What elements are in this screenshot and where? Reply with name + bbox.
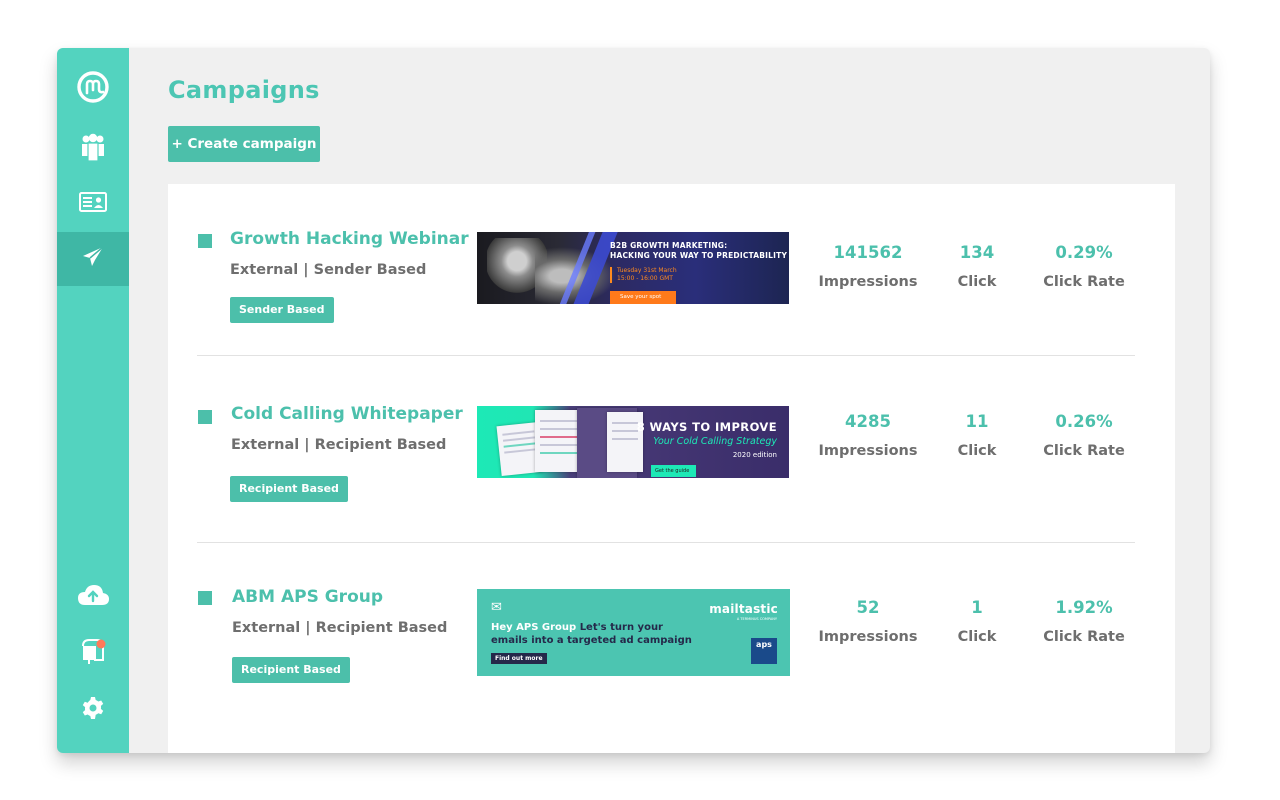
campaign-banner-image[interactable]: ✉ Hey APS Group Let's turn your emails i…: [477, 589, 790, 676]
page-title: Campaigns: [168, 76, 320, 104]
campaign-banner-image[interactable]: B2B GROWTH MARKETING: HACKING YOUR WAY T…: [477, 232, 789, 304]
campaign-title[interactable]: ABM APS Group: [232, 587, 383, 607]
banner-doc-line: [540, 436, 578, 438]
clicks-label: Click: [957, 629, 997, 645]
impressions-stat: 4285 Impressions: [808, 412, 928, 459]
clicks-value: 11: [965, 412, 989, 431]
banner-edition: 2020 edition: [732, 451, 777, 459]
clicks-label: Click: [957, 274, 997, 290]
banner-doc-line: [502, 436, 535, 442]
impressions-value: 4285: [845, 412, 891, 431]
id-card-icon: [79, 192, 107, 216]
banner-doc-line: [504, 448, 537, 454]
clicks-stat: 134 Click: [917, 243, 1037, 290]
banner-doc-line: [612, 422, 638, 424]
click-rate-label: Click Rate: [1043, 274, 1125, 290]
gear-icon: [81, 696, 105, 724]
click-rate-value: 0.29%: [1055, 243, 1113, 262]
mailtastic-logo-icon[interactable]: [57, 60, 129, 114]
click-rate-value: 1.92%: [1055, 598, 1113, 617]
aps-logo: aps: [751, 638, 777, 664]
impressions-label: Impressions: [818, 443, 918, 459]
clicks-stat: 1 Click: [917, 598, 1037, 645]
impressions-value: 52: [856, 598, 880, 617]
banner-doc-page: [535, 410, 583, 472]
click-rate-label: Click Rate: [1043, 629, 1125, 645]
sidebar-item-campaigns[interactable]: [57, 232, 129, 286]
clicks-value: 134: [959, 243, 995, 262]
campaign-type-badge: Sender Based: [230, 297, 334, 323]
banner-doc-line: [612, 438, 638, 440]
banner-cta: Save your spot: [610, 291, 676, 304]
campaign-banner-image[interactable]: 8 WAYS TO IMPROVE Your Cold Calling Stra…: [477, 406, 789, 478]
mailtastic-brand-logo: mailtastic: [709, 602, 778, 616]
banner-message-line1: Let's turn your: [579, 622, 663, 633]
campaign-title[interactable]: Growth Hacking Webinar: [230, 229, 469, 249]
banner-date-line: Tuesday 31st March: [617, 267, 677, 274]
banner-doc-line: [540, 428, 578, 430]
banner-doc-line: [503, 442, 536, 448]
row-divider: [197, 355, 1135, 356]
campaign-subtitle: External | Sender Based: [230, 262, 427, 278]
banner-doc-line: [502, 430, 535, 436]
banner-doc-line: [540, 420, 578, 422]
sidebar-item-mailbox[interactable]: [57, 626, 129, 680]
clicks-label: Click: [957, 443, 997, 459]
banner-doc-line: [540, 452, 578, 454]
paper-plane-icon: [81, 245, 105, 273]
clicks-value: 1: [971, 598, 983, 617]
impressions-value: 141562: [833, 243, 903, 262]
sidebar-item-upload[interactable]: [57, 570, 129, 624]
click-rate-stat: 1.92% Click Rate: [1024, 598, 1144, 645]
impressions-label: Impressions: [818, 629, 918, 645]
banner-time-line: 15:00 - 16:00 GMT: [617, 275, 673, 282]
campaign-subtitle: External | Recipient Based: [231, 437, 447, 453]
sidebar: [57, 48, 129, 753]
app-window: Campaigns + Create campaign Growth Hacki…: [57, 48, 1210, 753]
users-icon: [80, 132, 106, 166]
impressions-stat: 141562 Impressions: [808, 243, 928, 290]
impressions-stat: 52 Impressions: [808, 598, 928, 645]
sidebar-item-employees[interactable]: [57, 122, 129, 176]
envelope-icon: ✉: [491, 600, 502, 615]
cloud-upload-icon: [77, 583, 109, 611]
brand-tagline: A TERMINUS COMPANY: [736, 617, 777, 621]
campaign-bullet: [198, 591, 212, 605]
mailbox-icon: [79, 638, 107, 668]
campaign-bullet: [198, 410, 212, 424]
banner-doc-line: [540, 444, 578, 446]
campaign-subtitle: External | Recipient Based: [232, 620, 448, 636]
banner-headline-line1: B2B GROWTH MARKETING:: [610, 241, 728, 250]
click-rate-label: Click Rate: [1043, 443, 1125, 459]
campaign-type-badge: Recipient Based: [232, 657, 350, 683]
banner-cta: Find out more: [491, 653, 547, 664]
sidebar-item-signatures[interactable]: [57, 177, 129, 231]
click-rate-stat: 0.29% Click Rate: [1024, 243, 1144, 290]
banner-doc-line: [612, 430, 638, 432]
create-campaign-button[interactable]: + Create campaign: [168, 126, 320, 162]
clicks-stat: 11 Click: [917, 412, 1037, 459]
banner-headline: 8 WAYS TO IMPROVE: [636, 420, 777, 434]
campaign-type-badge: Recipient Based: [230, 476, 348, 502]
campaign-list: Growth Hacking Webinar External | Sender…: [168, 184, 1175, 753]
campaign-bullet: [198, 234, 212, 248]
banner-message-line2: emails into a targeted ad campaign: [491, 635, 692, 646]
click-rate-value: 0.26%: [1055, 412, 1113, 431]
campaign-title[interactable]: Cold Calling Whitepaper: [231, 404, 463, 424]
banner-date: Tuesday 31st March 15:00 - 16:00 GMT: [610, 267, 677, 283]
row-divider: [197, 542, 1135, 543]
banner-cta: Get the guide: [651, 465, 696, 477]
sidebar-item-settings[interactable]: [57, 683, 129, 737]
banner-headline-line2: HACKING YOUR WAY TO PREDICTABILITY: [610, 251, 788, 260]
click-rate-stat: 0.26% Click Rate: [1024, 412, 1144, 459]
banner-message: Hey APS Group Let's turn your emails int…: [491, 621, 692, 647]
main-content: Campaigns + Create campaign Growth Hacki…: [129, 48, 1210, 753]
banner-highlight: Hey APS Group: [491, 622, 577, 633]
banner-subheadline: Your Cold Calling Strategy: [653, 436, 777, 447]
banner-headline: B2B GROWTH MARKETING: HACKING YOUR WAY T…: [610, 241, 787, 261]
impressions-label: Impressions: [818, 274, 918, 290]
